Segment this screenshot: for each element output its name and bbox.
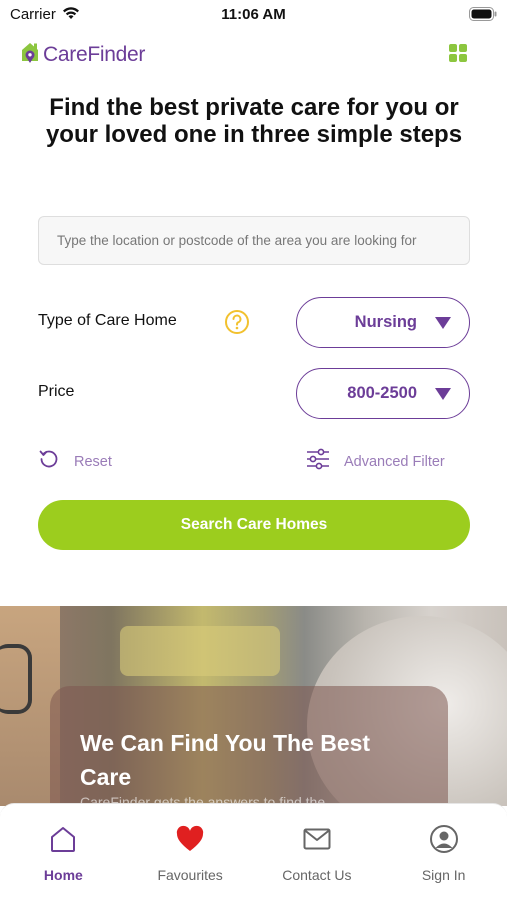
tab-favourites[interactable]: Favourites (127, 804, 254, 900)
status-time: 11:06 AM (221, 6, 286, 23)
location-search-input[interactable] (39, 217, 469, 264)
reset-label: Reset (74, 453, 112, 470)
banner-photo-light (120, 626, 280, 676)
tab-contact-us-label: Contact Us (282, 867, 352, 883)
tab-home-label: Home (43, 867, 83, 883)
user-icon (429, 824, 459, 859)
battery-icon (469, 7, 497, 26)
tab-home[interactable]: Home (0, 804, 127, 900)
logo-house-pin-icon (20, 40, 40, 69)
app-header: CareFinder (0, 38, 507, 68)
reset-button[interactable]: Reset (38, 448, 112, 475)
promo-banner: We Can Find You The Best Care CareFinder… (0, 606, 507, 806)
price-value: 800-2500 (347, 384, 417, 402)
advanced-filter-label: Advanced Filter (344, 453, 445, 470)
tab-sign-in-label: Sign In (421, 867, 466, 883)
home-icon (48, 824, 78, 859)
reset-icon (38, 448, 60, 475)
status-bar: Carrier 11:06 AM (0, 0, 507, 30)
help-question-icon[interactable] (224, 309, 250, 340)
care-type-label: Type of Care Home (38, 312, 177, 329)
tab-contact-us[interactable]: Contact Us (254, 804, 381, 900)
tab-favourites-label: Favourites (157, 867, 223, 883)
tab-sign-in[interactable]: Sign In (380, 804, 507, 900)
page-headline: Find the best private care for you or yo… (45, 94, 463, 148)
bottom-tab-bar: Home Favourites Contact Us Sign In (0, 803, 507, 900)
price-label: Price (38, 383, 75, 400)
banner-title: We Can Find You The Best Care (80, 730, 371, 790)
chevron-down-icon (435, 316, 451, 329)
banner-photo-glasses (0, 644, 32, 714)
carefinder-logo[interactable]: CareFinder (20, 40, 145, 69)
care-type-value: Nursing (354, 313, 417, 331)
heart-icon (175, 824, 205, 859)
logo-text: CareFinder (43, 42, 146, 66)
menu-grid-icon[interactable] (449, 44, 467, 62)
mail-icon (302, 824, 332, 859)
price-select[interactable]: 800-2500 (296, 368, 470, 419)
advanced-filter-button[interactable]: Advanced Filter (306, 448, 445, 475)
sliders-icon (306, 448, 330, 475)
chevron-down-icon (435, 387, 451, 400)
search-care-homes-button[interactable]: Search Care Homes (38, 500, 470, 550)
care-type-select[interactable]: Nursing (296, 297, 470, 348)
banner-card: We Can Find You The Best Care CareFinder… (50, 686, 448, 806)
location-search-field[interactable] (38, 216, 470, 265)
